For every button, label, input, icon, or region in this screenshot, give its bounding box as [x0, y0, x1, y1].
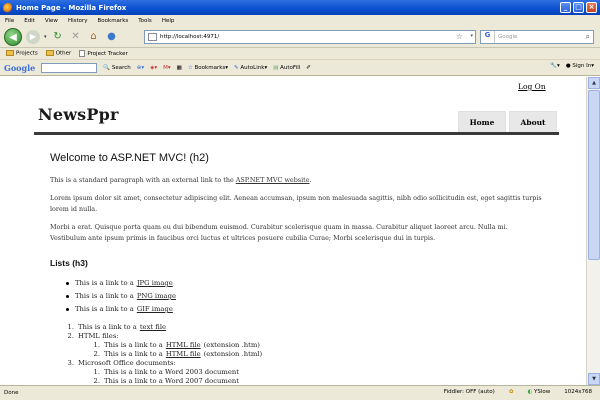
minimize-button[interactable]: _ — [560, 2, 571, 13]
menu-tools[interactable]: Tools — [138, 18, 152, 24]
google-bookmarks-button[interactable]: ☆ Bookmarks▾ — [188, 65, 228, 71]
pagerank-icon[interactable]: ◈▾ — [150, 65, 157, 71]
aspnet-mvc-link[interactable]: ASP.NET MVC website — [236, 176, 310, 184]
tab-home[interactable]: Home — [458, 111, 506, 133]
page-icon — [79, 50, 86, 57]
google-search-button[interactable]: 🔍 Search — [103, 65, 131, 71]
scroll-down-icon[interactable]: ▼ — [588, 373, 600, 385]
page-content: Log On NewsPpr Home About Welcome to ASP… — [2, 77, 586, 385]
folder-icon — [45, 50, 54, 57]
jpg-image-link[interactable]: JPG image — [137, 277, 173, 290]
url-bar[interactable]: http://localhost:4971/ ☆ ▾ — [144, 30, 476, 44]
history-dropdown-icon[interactable]: ▾ — [44, 34, 47, 40]
list-item: This is a link to a PNG image — [66, 290, 176, 303]
window-titlebar: Home Page - Mozilla Firefox _ □ × — [0, 0, 600, 15]
home-icon[interactable]: ⌂ — [87, 30, 101, 44]
forward-button[interactable]: ▶ — [26, 29, 40, 44]
search-box[interactable]: G Google ⌕ — [480, 30, 594, 44]
firebug-icon[interactable]: ✿ — [509, 389, 514, 395]
autofill-button[interactable]: ▤ AutoFill — [273, 65, 300, 71]
fiddler-status[interactable]: Fiddler: OFF (auto) — [444, 389, 495, 395]
stop-icon[interactable]: ✕ — [69, 30, 83, 44]
list-item: 2. This is a link to a Word 2007 document — [93, 377, 240, 385]
list-item: 3. Microsoft Office documents: — [67, 359, 176, 367]
gmail-icon[interactable]: M▾ — [163, 65, 171, 71]
list-item: 1. This is a link to a Word 2003 document — [93, 368, 240, 376]
folder-icon — [6, 50, 14, 57]
status-text: Done — [4, 390, 19, 396]
google-toolbar: Google 🔍 Search ⊕▾ ◈▾ M▾ ▦ ☆ Bookmarks▾ … — [0, 60, 600, 76]
settings-wrench-icon[interactable]: 🔧▾ — [550, 63, 560, 69]
list-item: 1. This is a link to a text file — [67, 323, 167, 332]
status-bar: Done Fiddler: OFF (auto) ✿ ◐ YSlow 1024x… — [0, 385, 600, 400]
resolution-status: 1024x768 — [564, 389, 592, 395]
bookmark-star-icon[interactable]: ☆ — [456, 32, 463, 41]
bullet-list: This is a link to a JPG image This is a l… — [66, 277, 176, 316]
signin-button[interactable]: ● Sign In▾ — [566, 63, 594, 69]
menu-file[interactable]: File — [5, 18, 14, 24]
search-icon[interactable]: ⌕ — [586, 32, 590, 42]
menu-bar: File Edit View History Bookmarks Tools H… — [0, 15, 600, 26]
login-link[interactable]: Log On — [518, 82, 546, 91]
list-item: 2. This is a link to a HTML file (extension… — [93, 350, 263, 359]
intro-paragraph: This is a standard paragraph with an ext… — [50, 176, 312, 184]
page-heading: Welcome to ASP.NET MVC! (h2) — [50, 152, 209, 164]
list-item: 1. This is a link to a HTML file (extension… — [93, 341, 260, 350]
addon-icon[interactable]: ● — [105, 30, 119, 44]
lorem-paragraph-2: Morbi a erat. Quisque porta quam eu dui … — [50, 223, 508, 242]
bookmarks-toolbar: Projects Other Project Tracker — [0, 48, 600, 60]
close-button[interactable]: × — [586, 2, 597, 13]
list-item: This is a link to a JPG image — [66, 277, 176, 290]
lorem-paragraph-1: Lorem ipsum dolor sit amet, consectetur … — [50, 194, 542, 213]
list-item: This is a link to a GIF image — [66, 303, 176, 316]
list-item: 2. HTML files: — [67, 332, 119, 340]
url-text: http://localhost:4971/ — [160, 34, 220, 40]
htm-file-link[interactable]: HTML file — [166, 341, 201, 350]
send-to-icon[interactable]: ✐ — [306, 65, 311, 71]
search-engine-icon[interactable]: G — [481, 31, 495, 43]
site-nav: Home About — [458, 111, 557, 133]
maximize-button[interactable]: □ — [573, 2, 584, 13]
text-file-link[interactable]: text file — [140, 323, 166, 332]
bookmark-project-tracker[interactable]: Project Tracker — [79, 50, 128, 57]
menu-view[interactable]: View — [45, 18, 58, 24]
menu-bookmarks[interactable]: Bookmarks — [98, 18, 129, 24]
bookmark-projects[interactable]: Projects — [6, 50, 38, 57]
reload-icon[interactable]: ↻ — [51, 30, 65, 44]
ordered-list: 1. This is a link to a text file 2. HTML fi… — [62, 323, 263, 385]
autolink-button[interactable]: ✎ AutoLink▾ — [234, 65, 267, 71]
url-dropdown-icon[interactable]: ▾ — [470, 33, 473, 39]
scroll-up-icon[interactable]: ▲ — [588, 77, 600, 89]
google-logo: Google — [4, 62, 36, 73]
tab-about[interactable]: About — [509, 111, 557, 133]
google-search-input[interactable] — [41, 62, 98, 73]
gif-image-link[interactable]: GIF image — [137, 303, 173, 316]
page-favicon-icon — [148, 33, 157, 41]
html-file-link[interactable]: HTML file — [166, 350, 201, 359]
search-placeholder: Google — [498, 34, 518, 40]
header-divider — [34, 132, 559, 135]
window-title: Home Page - Mozilla Firefox — [16, 3, 127, 12]
menu-help[interactable]: Help — [162, 18, 175, 24]
bookmark-other[interactable]: Other — [45, 50, 71, 57]
scroll-thumb[interactable] — [588, 90, 600, 260]
yslow-status[interactable]: ◐ YSlow — [527, 389, 550, 395]
toolbar-options-icon[interactable]: ⊕▾ — [137, 65, 144, 71]
menu-history[interactable]: History — [68, 18, 88, 24]
back-button[interactable]: ◀ — [4, 27, 22, 46]
firefox-logo-icon — [3, 2, 13, 13]
lists-heading: Lists (h3) — [50, 258, 88, 268]
site-logo: NewsPpr — [38, 105, 119, 124]
menu-edit[interactable]: Edit — [24, 18, 35, 24]
vertical-scrollbar[interactable]: ▲ ▼ — [586, 77, 600, 385]
png-image-link[interactable]: PNG image — [137, 290, 176, 303]
translate-icon[interactable]: ▦ — [177, 65, 182, 71]
